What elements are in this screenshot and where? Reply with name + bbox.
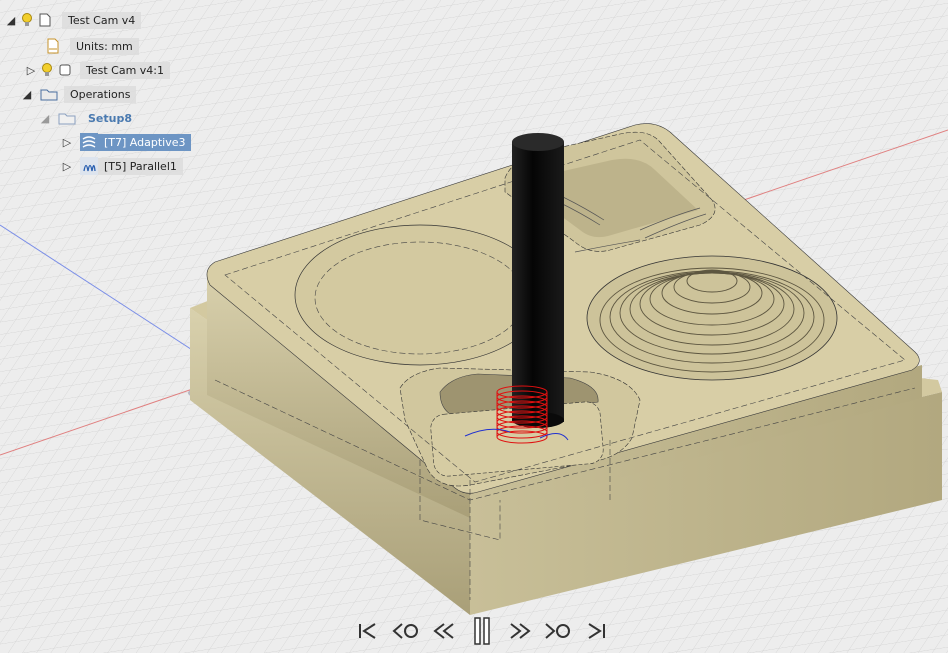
units-document-icon — [44, 37, 62, 55]
expand-triangle-icon[interactable]: ▷ — [60, 160, 74, 173]
next-operation-button[interactable] — [542, 615, 574, 647]
expand-triangle-icon[interactable]: ▷ — [60, 136, 74, 149]
parallel-icon — [80, 157, 98, 175]
setup-label[interactable]: Setup8 — [82, 110, 138, 127]
component-icon — [56, 61, 74, 79]
units-label[interactable]: Units: mm — [70, 37, 139, 55]
next-operation-icon — [545, 623, 570, 639]
go-to-start-button[interactable] — [352, 615, 384, 647]
adaptive-clearing-icon — [80, 133, 98, 151]
step-back-button[interactable] — [428, 615, 460, 647]
op-row-adaptive[interactable]: ▷ [T7] Adaptive3 — [60, 132, 192, 152]
document-icon — [36, 11, 54, 29]
viewport-canvas[interactable] — [0, 0, 948, 653]
op-row-parallel[interactable]: ▷ [T5] Parallel1 — [60, 156, 183, 176]
op-label-adaptive[interactable]: [T7] Adaptive3 — [98, 133, 192, 151]
previous-operation-icon — [392, 623, 418, 639]
go-to-start-icon — [359, 623, 376, 639]
folder-icon — [40, 85, 58, 103]
setup-folder-icon — [58, 109, 76, 127]
component-label[interactable]: Test Cam v4:1 — [80, 61, 171, 79]
pause-button[interactable] — [466, 615, 498, 647]
left-circular-pocket — [294, 224, 546, 366]
tool-shank — [512, 142, 564, 422]
lightbulb-icon[interactable] — [38, 61, 56, 79]
tree-root-label[interactable]: Test Cam v4 — [62, 11, 142, 29]
operations-label[interactable]: Operations — [64, 85, 137, 103]
lightbulb-icon[interactable] — [18, 11, 36, 29]
simulation-playback-bar — [352, 614, 612, 648]
collapse-triangle-icon[interactable]: ◢ — [20, 88, 34, 101]
previous-operation-button[interactable] — [390, 615, 422, 647]
tree-component-row[interactable]: ▷ Test Cam v4:1 — [24, 60, 171, 80]
collapse-triangle-icon[interactable]: ◢ — [4, 14, 18, 27]
cutting-tool[interactable] — [512, 133, 564, 428]
step-forward-button[interactable] — [504, 615, 536, 647]
go-to-end-icon — [588, 623, 605, 639]
3d-viewport[interactable] — [0, 0, 948, 653]
collapse-triangle-icon[interactable]: ◢ — [38, 112, 52, 125]
tree-units-row[interactable]: Units: mm — [44, 36, 139, 56]
step-back-icon — [433, 623, 454, 639]
go-to-end-button[interactable] — [580, 615, 612, 647]
pause-icon — [474, 617, 490, 645]
dome-pocket-rim — [586, 255, 838, 381]
tool-top — [512, 133, 564, 151]
step-forward-icon — [510, 623, 531, 639]
tree-operations-row[interactable]: ◢ Operations — [20, 84, 137, 104]
tree-root-row[interactable]: ◢ Test Cam v4 — [4, 10, 142, 30]
tree-setup-row[interactable]: ◢ Setup8 — [38, 108, 138, 128]
op-label-parallel[interactable]: [T5] Parallel1 — [98, 157, 183, 175]
expand-triangle-icon[interactable]: ▷ — [24, 64, 38, 77]
